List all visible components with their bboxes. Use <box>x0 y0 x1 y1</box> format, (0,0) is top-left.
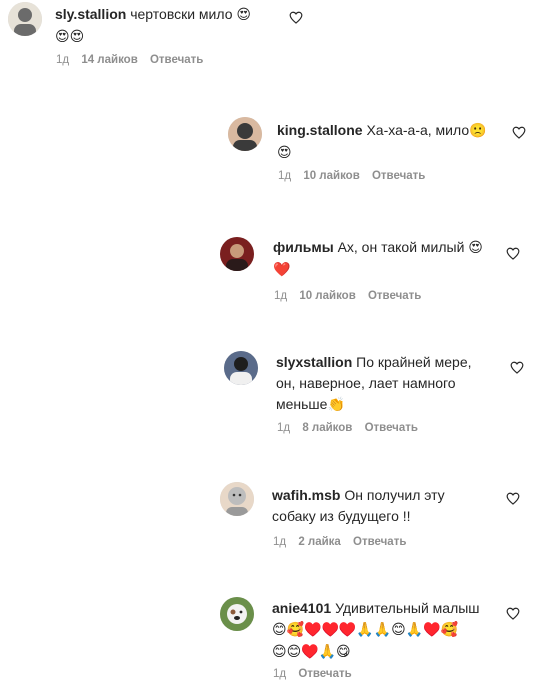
reply-button[interactable]: Отвечать <box>150 54 203 66</box>
comment-meta: 1д 10 лайков Отвечать <box>278 170 434 182</box>
reply-button[interactable]: Отвечать <box>368 290 421 302</box>
avatar[interactable] <box>228 117 262 151</box>
heart-icon[interactable] <box>506 247 520 260</box>
likes-count[interactable]: 2 лайка <box>298 536 341 548</box>
reply-button[interactable]: Отвечать <box>372 170 425 182</box>
comment-meta: 1д 14 лайков Отвечать <box>56 54 212 66</box>
likes-count[interactable]: 10 лайков <box>299 290 355 302</box>
comment-text: собаку из будущего !! <box>272 508 411 524</box>
emoji: 😍 <box>468 240 483 256</box>
avatar[interactable] <box>220 237 254 271</box>
emoji: 😍 <box>236 7 251 23</box>
emoji: 🙁 <box>469 123 487 139</box>
emoji: 😍 <box>277 145 292 161</box>
avatar[interactable] <box>220 597 254 631</box>
emoji: 😍😍 <box>55 29 85 45</box>
heart-icon[interactable] <box>289 11 303 24</box>
reply-button[interactable]: Отвечать <box>298 668 351 680</box>
comment-meta: 1д 2 лайка Отвечать <box>273 536 415 548</box>
comment-meta: 1д Отвечать <box>273 668 361 680</box>
avatar[interactable] <box>8 2 42 36</box>
heart-icon[interactable] <box>506 607 520 620</box>
comment-text: По крайней мере, <box>356 354 472 370</box>
timestamp: 1д <box>278 170 292 182</box>
username[interactable]: фильмы <box>273 239 334 255</box>
heart-icon[interactable] <box>512 126 526 139</box>
avatar[interactable] <box>220 482 254 516</box>
heart-icon[interactable] <box>510 361 524 374</box>
comment-meta: 1д 10 лайков Отвечать <box>274 290 430 302</box>
username[interactable]: anie4101 <box>272 600 331 616</box>
emoji: 👏 <box>327 397 345 413</box>
comment-text: Ах, он такой милый <box>337 239 465 255</box>
reply-button[interactable]: Отвечать <box>353 536 406 548</box>
likes-count[interactable]: 10 лайков <box>303 170 359 182</box>
comment-text: Ха-ха-а-а, мило <box>366 122 470 138</box>
timestamp: 1д <box>274 290 288 302</box>
likes-count[interactable]: 14 лайков <box>81 54 137 66</box>
username[interactable]: sly.stallion <box>55 6 126 22</box>
comment-text: Удивительный малыш <box>335 600 480 616</box>
emoji: ❤️ <box>273 262 291 278</box>
comment-text: он, наверное, лает намного <box>276 375 456 391</box>
username[interactable]: slyxstallion <box>276 354 352 370</box>
username[interactable]: king.stallone <box>277 122 363 138</box>
comment-meta: 1д 8 лайков Отвечать <box>277 422 427 434</box>
timestamp: 1д <box>273 536 287 548</box>
comment-text: Он получил эту <box>344 487 445 503</box>
timestamp: 1д <box>56 54 70 66</box>
heart-icon[interactable] <box>506 492 520 505</box>
comment-text: чертовски мило <box>130 6 233 22</box>
emoji: 😊😊♥️🙏😋 <box>272 644 351 660</box>
reply-button[interactable]: Отвечать <box>365 422 418 434</box>
username[interactable]: wafih.msb <box>272 487 340 503</box>
comment-text: меньше <box>276 396 328 412</box>
timestamp: 1д <box>277 422 291 434</box>
avatar[interactable] <box>224 351 258 385</box>
emoji: 😊🥰♥️♥️♥️🙏🙏😊🙏♥️🥰 <box>272 622 459 638</box>
timestamp: 1д <box>273 668 287 680</box>
likes-count[interactable]: 8 лайков <box>302 422 352 434</box>
